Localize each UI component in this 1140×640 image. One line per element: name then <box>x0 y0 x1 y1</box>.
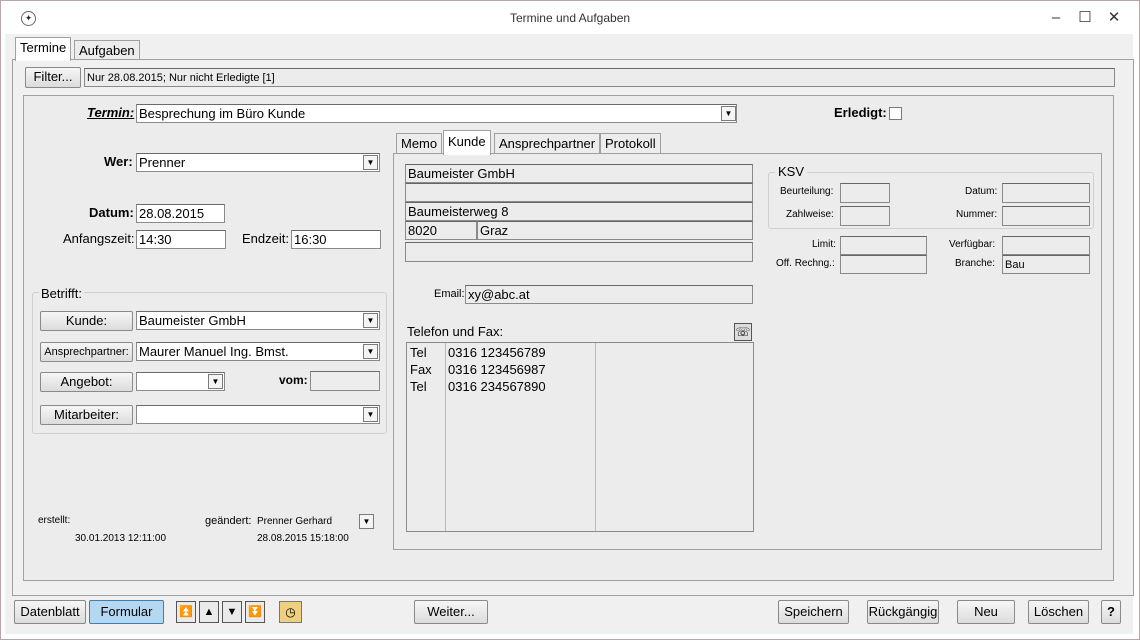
chevron-down-icon[interactable]: ▼ <box>721 106 736 121</box>
address-plz: 8020 <box>405 221 477 240</box>
geaendert-label: geändert: <box>205 515 252 527</box>
ansprechpartner-button[interactable]: Ansprechpartner: <box>40 342 133 362</box>
tab-kunde[interactable]: Kunde <box>443 130 491 155</box>
weiter-button[interactable]: Weiter... <box>414 600 488 624</box>
nummer-field <box>1002 206 1090 226</box>
mitarbeiter-button[interactable]: Mitarbeiter: <box>40 405 133 425</box>
ksv-title: KSV <box>775 164 808 179</box>
rueckgaengig-button[interactable]: Rückgängig <box>867 600 939 624</box>
filter-text: Nur 28.08.2015; Nur nicht Erledigte [1] <box>84 68 1115 87</box>
chevron-down-icon[interactable]: ▼ <box>363 344 378 359</box>
betrifft-title: Betrifft: <box>39 286 84 301</box>
endzeit-input[interactable]: 16:30 <box>291 230 381 249</box>
title-bar: ✦ Termine und Aufgaben – ☐ ✕ <box>1 1 1139 35</box>
phone-type: Tel <box>410 379 427 394</box>
zahlweise-field <box>840 206 890 226</box>
tab-aufgaben[interactable]: Aufgaben <box>74 40 140 60</box>
chevron-down-icon[interactable]: ▼ <box>363 407 378 422</box>
chevron-down-icon[interactable]: ▼ <box>359 514 374 529</box>
phone-icon[interactable]: ☏ <box>734 323 752 341</box>
erledigt-checkbox[interactable] <box>889 107 902 120</box>
telefon-label: Telefon und Fax: <box>407 324 504 339</box>
zahlweise-label: Zahlweise: <box>786 209 834 220</box>
branche-label: Branche: <box>955 258 996 269</box>
address-street: Baumeisterweg 8 <box>405 202 753 221</box>
phone-number: 0316 123456987 <box>448 362 546 377</box>
limit-field <box>840 236 927 255</box>
datum-ksv-field <box>1002 183 1090 203</box>
last-record-icon[interactable]: ⏬ <box>245 601 265 623</box>
verfuegbar-field <box>1002 236 1090 255</box>
phone-type: Fax <box>410 362 432 377</box>
tab-termine[interactable]: Termine <box>15 37 72 61</box>
erstellt-label: erstellt: <box>38 515 71 526</box>
datum-input[interactable]: 28.08.2015 <box>136 204 225 223</box>
vom-label: vom: <box>279 373 308 387</box>
tab-protokoll[interactable]: Protokoll <box>600 133 661 154</box>
angebot-button[interactable]: Angebot: <box>40 372 133 392</box>
wer-input[interactable]: Prenner <box>136 153 380 172</box>
nummer-label: Nummer: <box>956 209 998 220</box>
mitarbeiter-input[interactable] <box>136 405 380 424</box>
formular-button[interactable]: Formular <box>89 600 164 624</box>
chevron-down-icon[interactable]: ▼ <box>208 374 223 389</box>
beurteilung-label: Beurteilung: <box>780 186 834 197</box>
geaendert-by: Prenner Gerhard <box>257 516 333 527</box>
phone-number: 0316 123456789 <box>448 345 546 360</box>
speichern-button[interactable]: Speichern <box>778 600 849 624</box>
termin-label: Termin: <box>87 105 135 120</box>
erledigt-label: Erledigt: <box>834 105 887 120</box>
datum-ksv-label: Datum: <box>965 186 998 197</box>
tab-ansprechpartner[interactable]: Ansprechpartner <box>494 133 601 154</box>
ansprechpartner-input[interactable]: Maurer Manuel Ing. Bmst. <box>136 342 380 361</box>
datum-label: Datum: <box>89 205 134 220</box>
clock-icon[interactable]: ◷ <box>279 601 302 623</box>
vom-input[interactable] <box>310 371 380 391</box>
geaendert-value: 28.08.2015 15:18:00 <box>257 533 349 544</box>
filter-button[interactable]: Filter... <box>25 67 81 88</box>
address-line-2 <box>405 183 753 202</box>
verfuegbar-label: Verfügbar: <box>949 239 996 250</box>
anfangszeit-input[interactable]: 14:30 <box>136 230 226 249</box>
next-record-icon[interactable]: ▼ <box>222 601 242 623</box>
branche-field: Bau <box>1002 255 1090 274</box>
first-record-icon[interactable]: ⏫ <box>176 601 196 623</box>
address-line-1: Baumeister GmbH <box>405 164 753 183</box>
address-extra <box>405 242 753 262</box>
anfangszeit-label: Anfangszeit: <box>63 231 135 246</box>
email-field[interactable]: xy@abc.at <box>465 285 753 304</box>
help-button[interactable]: ? <box>1101 600 1121 624</box>
erstellt-value: 30.01.2013 12:11:00 <box>75 533 167 544</box>
address-ort: Graz <box>477 221 753 240</box>
beurteilung-field <box>840 183 890 203</box>
termin-input[interactable]: Besprechung im Büro Kunde <box>136 104 737 123</box>
offrechng-label: Off. Rechng.: <box>776 258 835 269</box>
loeschen-button[interactable]: Löschen <box>1028 600 1089 624</box>
kunde-input[interactable]: Baumeister GmbH <box>136 311 380 330</box>
chevron-down-icon[interactable]: ▼ <box>363 313 378 328</box>
phone-number: 0316 234567890 <box>448 379 546 394</box>
wer-label: Wer: <box>104 154 133 169</box>
neu-button[interactable]: Neu <box>957 600 1015 624</box>
tab-memo[interactable]: Memo <box>396 133 443 154</box>
window-title: Termine und Aufgaben <box>509 11 631 25</box>
endzeit-label: Endzeit: <box>242 231 289 246</box>
close-button[interactable]: ✕ <box>1100 7 1128 29</box>
maximize-button[interactable]: ☐ <box>1071 7 1099 29</box>
email-label: Email: <box>434 288 465 300</box>
previous-record-icon[interactable]: ▲ <box>199 601 219 623</box>
phone-list: Tel 0316 123456789 Fax 0316 123456987 Te… <box>406 342 754 532</box>
datenblatt-button[interactable]: Datenblatt <box>14 600 86 624</box>
minimize-button[interactable]: – <box>1042 7 1070 29</box>
phone-type: Tel <box>410 345 427 360</box>
kunde-button[interactable]: Kunde: <box>40 311 133 331</box>
offrechng-field <box>840 255 927 274</box>
limit-label: Limit: <box>812 239 836 250</box>
chevron-down-icon[interactable]: ▼ <box>363 155 378 170</box>
